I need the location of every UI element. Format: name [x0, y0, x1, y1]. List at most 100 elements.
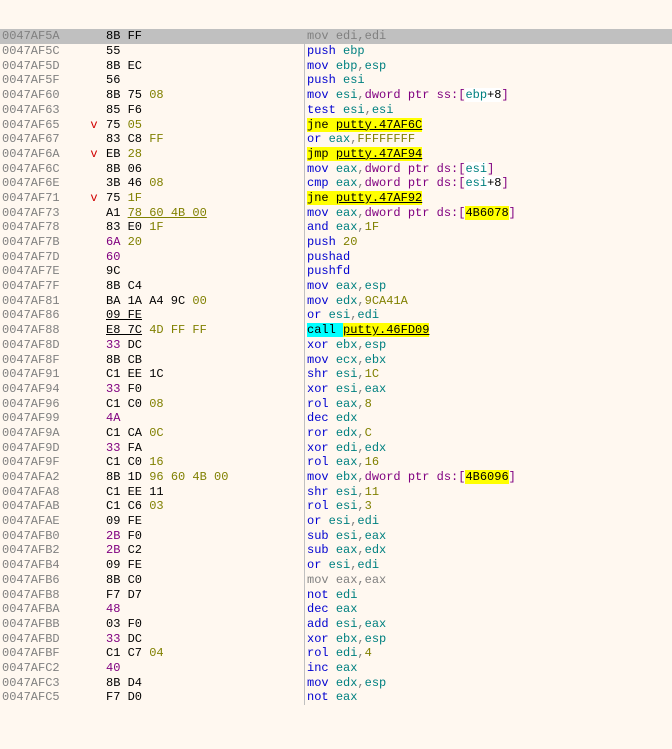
- asm-row-0047AFC3[interactable]: 0047AFC3 8B D4mov edx,esp: [0, 676, 672, 691]
- asm-row-0047AF9F[interactable]: 0047AF9F C1 C0 16rol eax,16: [0, 455, 672, 470]
- asm-row-0047AF7F[interactable]: 0047AF7F 8B C4mov eax,esp: [0, 279, 672, 294]
- bytes: 8B CB: [106, 353, 304, 368]
- assembly: not edi: [305, 588, 672, 603]
- asm-row-0047AF81[interactable]: 0047AF81 BA 1A A4 9C 00mov edx,9CA41A: [0, 294, 672, 309]
- asm-row-0047AF91[interactable]: 0047AF91 C1 EE 1Cshr esi,1C: [0, 367, 672, 382]
- asm-row-0047AFC5[interactable]: 0047AFC5 F7 D0not eax: [0, 690, 672, 705]
- assembly: mov esi,dword ptr ss:[ebp+8]: [305, 88, 672, 103]
- address: 0047AFBD: [0, 632, 82, 647]
- asm-row-0047AF5F[interactable]: 0047AF5F 56push esi: [0, 73, 672, 88]
- bytes: 33 DC: [106, 632, 304, 647]
- asm-row-0047AFA8[interactable]: 0047AFA8 C1 EE 11shr esi,11: [0, 485, 672, 500]
- jump-marker: [82, 632, 106, 647]
- asm-row-0047AF9A[interactable]: 0047AF9A C1 CA 0Cror edx,C: [0, 426, 672, 441]
- asm-row-0047AF60[interactable]: 0047AF60 8B 75 08mov esi,dword ptr ss:[e…: [0, 88, 672, 103]
- assembly: or esi,edi: [305, 514, 672, 529]
- asm-row-0047AF88[interactable]: 0047AF88 E8 7C 4D FF FFcall putty.46FD09: [0, 323, 672, 338]
- asm-row-0047AFBA[interactable]: 0047AFBA 48dec eax: [0, 602, 672, 617]
- assembly: jne putty.47AF92: [305, 191, 672, 206]
- address: 0047AF65: [0, 118, 82, 133]
- jump-marker: [82, 602, 106, 617]
- address: 0047AFB0: [0, 529, 82, 544]
- bytes: 8B 06: [106, 162, 304, 177]
- jump-marker: [82, 235, 106, 250]
- jump-marker: [82, 617, 106, 632]
- asm-row-0047AF94[interactable]: 0047AF94 33 F0xor esi,eax: [0, 382, 672, 397]
- address: 0047AFC2: [0, 661, 82, 676]
- assembly: sub esi,eax: [305, 529, 672, 544]
- jump-marker: [82, 162, 106, 177]
- bytes: 48: [106, 602, 304, 617]
- jump-marker: [82, 455, 106, 470]
- jump-marker: [82, 73, 106, 88]
- jump-marker: [82, 29, 106, 44]
- asm-row-0047AF8D[interactable]: 0047AF8D 33 DCxor ebx,esp: [0, 338, 672, 353]
- assembly: or esi,edi: [305, 308, 672, 323]
- asm-row-0047AF71[interactable]: 0047AF71v75 1Fjne putty.47AF92: [0, 191, 672, 206]
- disassembly-listing: 0047AF5A 8B FFmov edi,edi0047AF5C 55push…: [0, 29, 672, 705]
- bytes: 09 FE: [106, 514, 304, 529]
- asm-row-0047AFB8[interactable]: 0047AFB8 F7 D7not edi: [0, 588, 672, 603]
- bytes: 33 FA: [106, 441, 304, 456]
- bytes: C1 EE 11: [106, 485, 304, 500]
- asm-row-0047AF6A[interactable]: 0047AF6AvEB 28jmp putty.47AF94: [0, 147, 672, 162]
- address: 0047AF88: [0, 323, 82, 338]
- asm-row-0047AFB4[interactable]: 0047AFB4 09 FEor esi,edi: [0, 558, 672, 573]
- asm-row-0047AFB2[interactable]: 0047AFB2 2B C2sub eax,edx: [0, 543, 672, 558]
- asm-row-0047AFC2[interactable]: 0047AFC2 40inc eax: [0, 661, 672, 676]
- jump-marker: [82, 514, 106, 529]
- asm-row-0047AF7E[interactable]: 0047AF7E 9Cpushfd: [0, 264, 672, 279]
- asm-row-0047AFAE[interactable]: 0047AFAE 09 FEor esi,edi: [0, 514, 672, 529]
- bytes: 3B 46 08: [106, 176, 304, 191]
- bytes: 8B 75 08: [106, 88, 304, 103]
- asm-row-0047AF5D[interactable]: 0047AF5D 8B ECmov ebp,esp: [0, 59, 672, 74]
- jump-marker: [82, 353, 106, 368]
- assembly: ror edx,C: [305, 426, 672, 441]
- asm-row-0047AF96[interactable]: 0047AF96 C1 C0 08rol eax,8: [0, 397, 672, 412]
- jump-marker: [82, 206, 106, 221]
- asm-row-0047AFBB[interactable]: 0047AFBB 03 F0add esi,eax: [0, 617, 672, 632]
- asm-row-0047AFB0[interactable]: 0047AFB0 2B F0sub esi,eax: [0, 529, 672, 544]
- address: 0047AF67: [0, 132, 82, 147]
- asm-row-0047AF65[interactable]: 0047AF65v75 05jne putty.47AF6C: [0, 118, 672, 133]
- address: 0047AFB4: [0, 558, 82, 573]
- bytes: 4A: [106, 411, 304, 426]
- jump-marker: v: [82, 118, 106, 133]
- asm-row-0047AF63[interactable]: 0047AF63 85 F6test esi,esi: [0, 103, 672, 118]
- asm-row-0047AFB6[interactable]: 0047AFB6 8B C0mov eax,eax: [0, 573, 672, 588]
- asm-row-0047AFBD[interactable]: 0047AFBD 33 DCxor ebx,esp: [0, 632, 672, 647]
- jump-marker: v: [82, 147, 106, 162]
- asm-row-0047AF7D[interactable]: 0047AF7D 60pushad: [0, 250, 672, 265]
- asm-row-0047AF8F[interactable]: 0047AF8F 8B CBmov ecx,ebx: [0, 353, 672, 368]
- asm-row-0047AF86[interactable]: 0047AF86 09 FEor esi,edi: [0, 308, 672, 323]
- asm-row-0047AF6C[interactable]: 0047AF6C 8B 06mov eax,dword ptr ds:[esi]: [0, 162, 672, 177]
- asm-row-0047AFBF[interactable]: 0047AFBF C1 C7 04rol edi,4: [0, 646, 672, 661]
- assembly: jne putty.47AF6C: [305, 118, 672, 133]
- asm-row-0047AF73[interactable]: 0047AF73 A1 78 60 4B 00mov eax,dword ptr…: [0, 206, 672, 221]
- bytes: 8B EC: [106, 59, 304, 74]
- jump-marker: [82, 470, 106, 485]
- bytes: 56: [106, 73, 304, 88]
- assembly: jmp putty.47AF94: [305, 147, 672, 162]
- assembly: cmp eax,dword ptr ds:[esi+8]: [305, 176, 672, 191]
- asm-row-0047AF9D[interactable]: 0047AF9D 33 FAxor edi,edx: [0, 441, 672, 456]
- asm-row-0047AF99[interactable]: 0047AF99 4Adec edx: [0, 411, 672, 426]
- asm-row-0047AF67[interactable]: 0047AF67 83 C8 FFor eax,FFFFFFFF: [0, 132, 672, 147]
- bytes: 8B 1D 96 60 4B 00: [106, 470, 304, 485]
- assembly: rol edi,4: [305, 646, 672, 661]
- bytes: F7 D0: [106, 690, 304, 705]
- jump-marker: [82, 543, 106, 558]
- asm-row-0047AFAB[interactable]: 0047AFAB C1 C6 03rol esi,3: [0, 499, 672, 514]
- jump-marker: v: [82, 191, 106, 206]
- address: 0047AF5C: [0, 44, 82, 59]
- assembly: rol esi,3: [305, 499, 672, 514]
- asm-row-0047AF6E[interactable]: 0047AF6E 3B 46 08cmp eax,dword ptr ds:[e…: [0, 176, 672, 191]
- asm-row-0047AFA2[interactable]: 0047AFA2 8B 1D 96 60 4B 00mov ebx,dword …: [0, 470, 672, 485]
- address: 0047AF73: [0, 206, 82, 221]
- asm-row-0047AF5A[interactable]: 0047AF5A 8B FFmov edi,edi: [0, 29, 672, 44]
- address: 0047AFC3: [0, 676, 82, 691]
- assembly: push ebp: [305, 44, 672, 59]
- asm-row-0047AF7B[interactable]: 0047AF7B 6A 20push 20: [0, 235, 672, 250]
- asm-row-0047AF78[interactable]: 0047AF78 83 E0 1Fand eax,1F: [0, 220, 672, 235]
- asm-row-0047AF5C[interactable]: 0047AF5C 55push ebp: [0, 44, 672, 59]
